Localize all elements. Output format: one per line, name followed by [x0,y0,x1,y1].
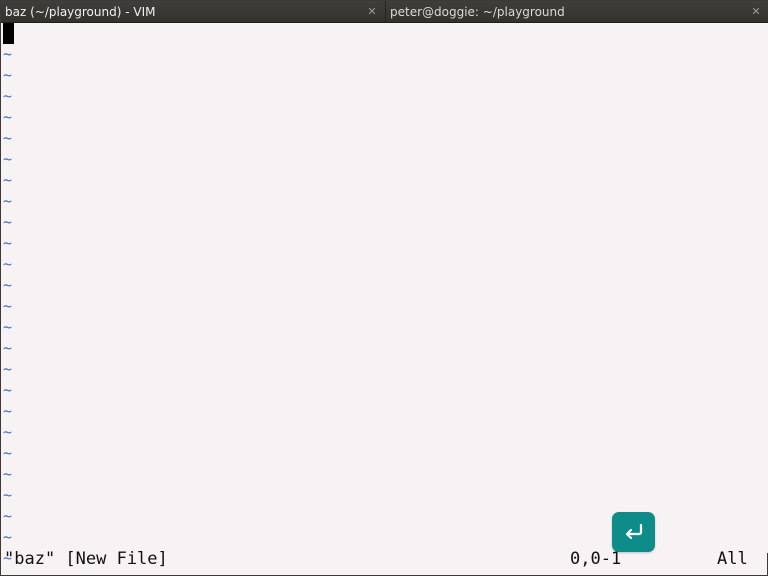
empty-line-tilde: ~ [3,507,13,525]
close-icon[interactable]: ✕ [365,4,379,18]
tab-shell[interactable]: peter@doggie: ~/playground ✕ [385,1,768,23]
empty-line-tilde: ~ [3,87,13,105]
file-status-message: "baz" [New File] [4,549,168,569]
empty-line-tilde: ~ [3,402,13,420]
empty-line-tilde: ~ [3,66,13,84]
empty-line-tilde: ~ [3,255,13,273]
empty-line-tilde: ~ [3,129,13,147]
empty-line-tilde: ~ [3,192,13,210]
empty-line-tilde: ~ [3,276,13,294]
empty-line-tilde: ~ [3,423,13,441]
terminal-window: baz (~/playground) - VIM ✕ peter@doggie:… [0,0,768,576]
tab-label: peter@doggie: ~/playground [390,5,565,19]
empty-line-tilde: ~ [3,381,13,399]
empty-line-tilde: ~ [3,234,13,252]
empty-line-tilde: ~ [3,108,13,126]
empty-line-tilde: ~ [3,465,13,483]
empty-line-tilde: ~ [3,339,13,357]
empty-line-tilde: ~ [3,528,13,546]
empty-line-tilde: ~ [3,360,13,378]
text-cursor [3,23,14,44]
empty-line-tilde: ~ [3,318,13,336]
tab-vim[interactable]: baz (~/playground) - VIM ✕ [1,1,385,23]
vim-editor[interactable]: ~ ~ ~ ~ ~ ~ ~ ~ ~ ~ ~ ~ ~ ~ ~ ~ ~ ~ ~ ~ ~ ~ ~ ~ ~ [2,23,768,567]
empty-line-markers: ~ ~ ~ ~ ~ ~ ~ ~ ~ ~ ~ ~ ~ ~ ~ ~ ~ ~ ~ ~ ~ ~ ~ ~ ~ [3,44,17,569]
empty-line-tilde: ~ [3,444,13,462]
empty-line-tilde: ~ [3,297,13,315]
tab-bar: baz (~/playground) - VIM ✕ peter@doggie:… [1,1,768,23]
vim-command-line: "baz" [New File] 0,0-1 All [2,548,768,570]
enter-icon [625,523,642,540]
empty-line-tilde: ~ [3,45,13,63]
tab-label: baz (~/playground) - VIM [5,5,156,19]
empty-line-tilde: ~ [3,150,13,168]
enter-button[interactable] [612,512,655,552]
scroll-position: All [717,549,748,569]
close-icon[interactable]: ✕ [749,4,763,18]
empty-line-tilde: ~ [3,171,13,189]
empty-line-tilde: ~ [3,213,13,231]
empty-line-tilde: ~ [3,486,13,504]
cursor-position: 0,0-1 [570,549,622,569]
